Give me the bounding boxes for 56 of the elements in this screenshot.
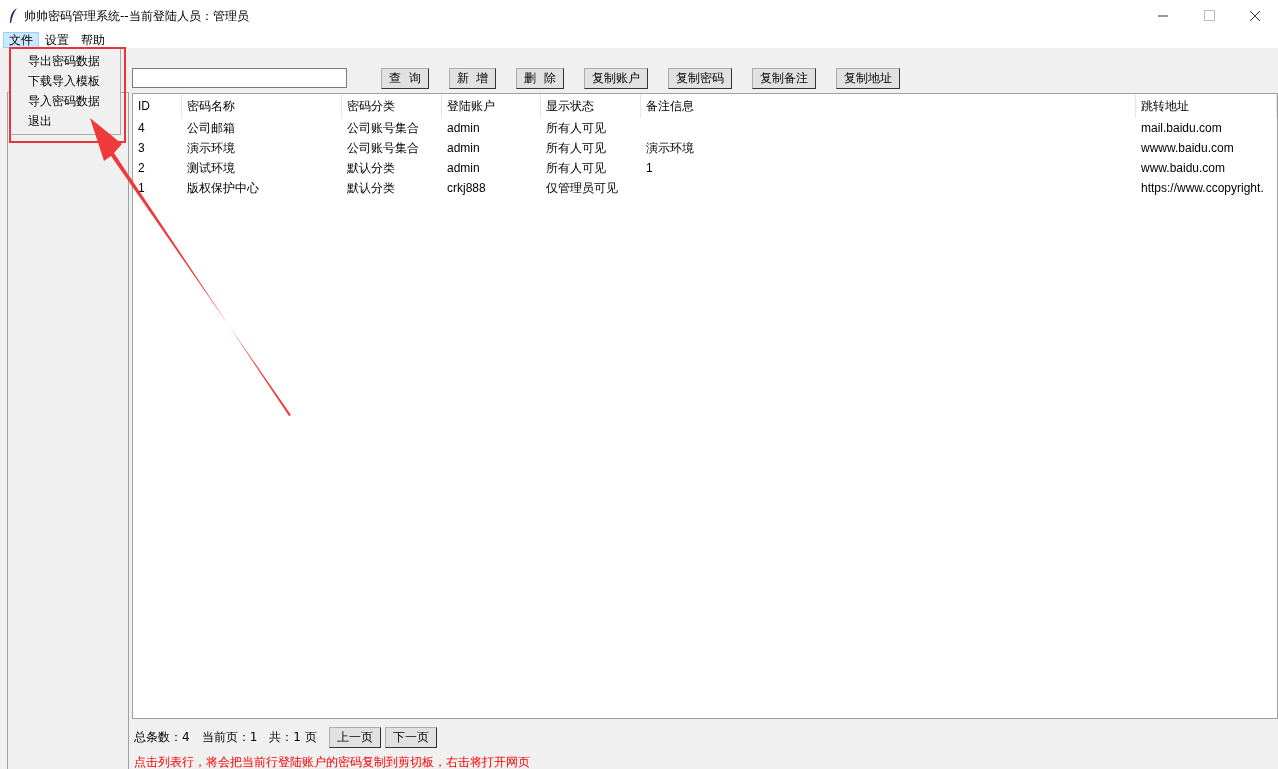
table-cell-text: 1: [645, 161, 654, 175]
toolbar-button[interactable]: 删 除: [516, 67, 564, 89]
table-cell-text: 所有人可见: [545, 119, 607, 137]
table-cell-text: 测试环境: [186, 159, 236, 177]
table-cell-text: 演示环境: [186, 139, 236, 157]
current-page-label: 当前页：1: [201, 728, 258, 746]
table-cell-text: crkj888: [446, 181, 487, 195]
previous-page-button[interactable]: 上一页: [328, 726, 381, 748]
toolbar-button[interactable]: 复制备注: [751, 67, 816, 89]
table-cell-text: admin: [446, 121, 481, 135]
total-count-label: 总条数：4: [134, 728, 190, 746]
column-header: 密码分类: [342, 94, 442, 118]
column-header: 跳转地址: [1136, 94, 1277, 118]
table-cell-text: 2: [137, 161, 146, 175]
table-cell-text: admin: [446, 161, 481, 175]
dropdown-menu-item[interactable]: 退出: [10, 111, 120, 131]
table-cell-text: admin: [446, 141, 481, 155]
table-cell-text: 公司邮箱: [186, 119, 236, 137]
menu-item[interactable]: 设置: [39, 32, 75, 48]
column-header: 登陆账户: [442, 94, 541, 118]
column-header: ID: [133, 94, 182, 118]
table-cell-text: 默认分类: [346, 179, 396, 197]
hint-text: 点击列表行，将会把当前行登陆账户的密码复制到剪切板，右击将打开网页: [133, 755, 531, 769]
table-cell-text: 公司账号集合: [346, 139, 420, 157]
menu-item[interactable]: 帮助: [75, 32, 111, 48]
toolbar-button[interactable]: 复制密码: [667, 67, 732, 89]
toolbar-button[interactable]: 查 询: [381, 67, 429, 89]
column-header: 密码名称: [182, 94, 342, 118]
toolbar-button[interactable]: 复制账户: [583, 67, 648, 89]
table-cell-text: 演示环境: [645, 139, 695, 157]
table-cell-text: 版权保护中心: [186, 179, 260, 197]
table-cell-text: www.baidu.com: [1140, 161, 1227, 175]
table-cell-text: wwww.baidu.com: [1140, 141, 1235, 155]
table-cell-text: 仅管理员可见: [545, 179, 619, 197]
table-cell-text: 公司账号集合: [346, 119, 420, 137]
window-title: 帅帅密码管理系统--当前登陆人员：管理员: [24, 7, 250, 25]
table-cell-text: 所有人可见: [545, 139, 607, 157]
dropdown-menu-item[interactable]: 导出密码数据: [10, 51, 120, 71]
column-header: 备注信息: [641, 94, 1136, 118]
dropdown-menu-item[interactable]: 导入密码数据: [10, 91, 120, 111]
table-cell-text: 所有人可见: [545, 159, 607, 177]
feather-icon: [9, 8, 18, 24]
toolbar-button[interactable]: 新 增: [448, 67, 497, 89]
table-cell-text: 3: [137, 141, 146, 155]
dropdown-menu-item[interactable]: 下载导入模板: [10, 71, 120, 91]
table-cell-text: 默认分类: [346, 159, 396, 177]
menu-item[interactable]: 文件: [3, 32, 39, 48]
column-header: 显示状态: [541, 94, 641, 118]
table-cell-text: 1: [137, 181, 146, 195]
table-cell-text: https://www.ccopyright.: [1140, 181, 1265, 195]
table-cell-text: mail.baidu.com: [1140, 121, 1223, 135]
page-count-label: 共：1 页: [269, 728, 317, 746]
toolbar-button[interactable]: 复制地址: [835, 67, 900, 89]
table-cell-text: 4: [137, 121, 146, 135]
search-field[interactable]: [132, 68, 347, 88]
next-page-button[interactable]: 下一页: [384, 726, 437, 748]
